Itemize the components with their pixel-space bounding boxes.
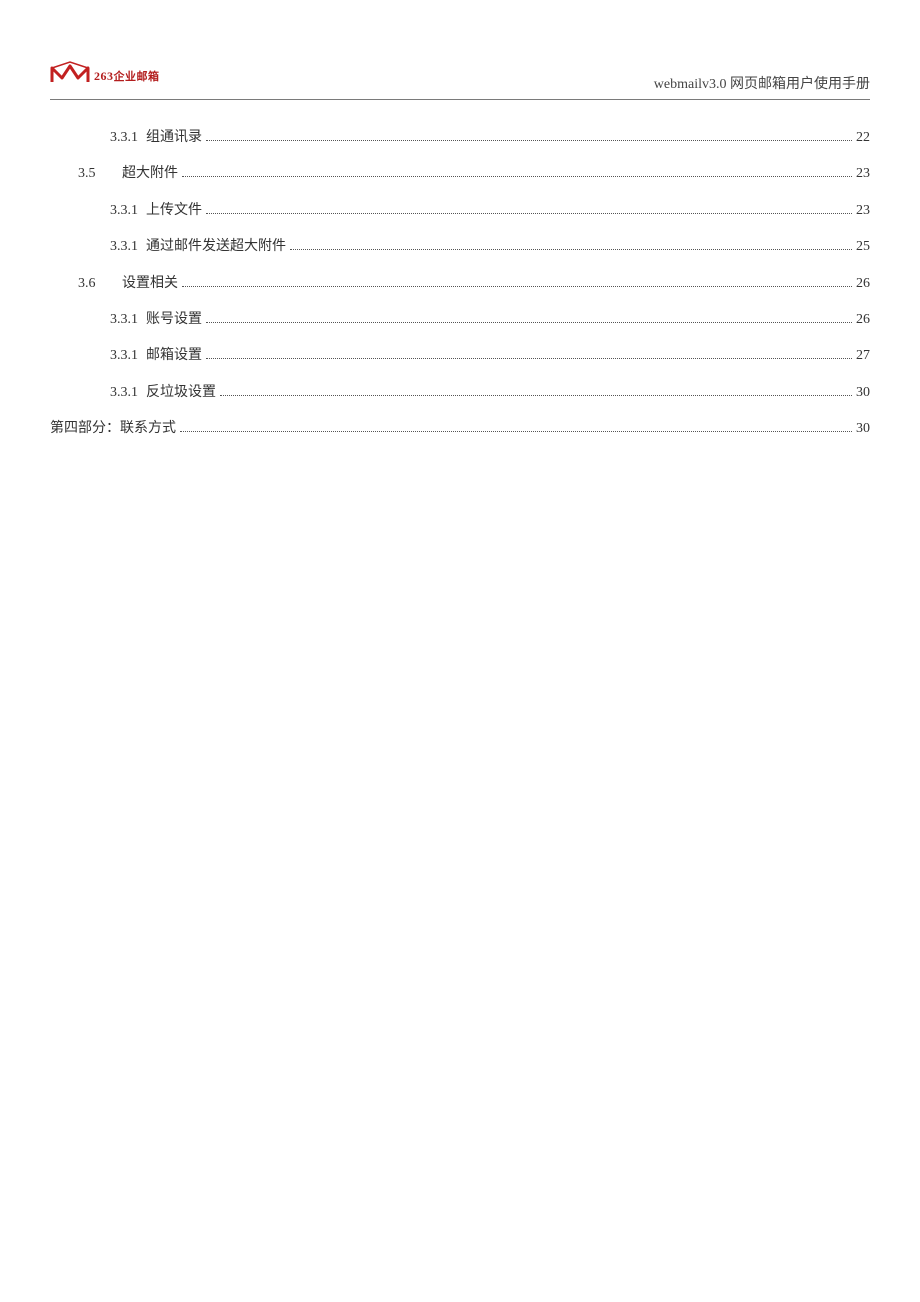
page-header: 263企业邮箱 webmailv3.0 网页邮箱用户使用手册 — [50, 60, 870, 100]
document-title: webmailv3.0 网页邮箱用户使用手册 — [654, 73, 870, 93]
toc-title: 设置相关 — [122, 266, 178, 302]
toc-title: 超大附件 — [122, 156, 178, 192]
toc-page-number: 22 — [856, 120, 870, 156]
toc-title: 邮箱设置 — [146, 338, 202, 374]
toc-number: 3.3.1 — [110, 229, 138, 265]
toc-number: 3.3.1 — [110, 193, 138, 229]
toc-entry[interactable]: 第四部分：联系方式 30 — [50, 411, 870, 447]
toc-entry[interactable]: 3.3.1 账号设置 26 — [50, 302, 870, 338]
toc-leader-dots — [182, 286, 852, 287]
toc-leader-dots — [206, 322, 852, 323]
envelope-m-icon — [50, 60, 90, 93]
toc-leader-dots — [180, 431, 852, 432]
toc-entry[interactable]: 3.3.1 通过邮件发送超大附件 25 — [50, 229, 870, 265]
toc-leader-dots — [220, 395, 852, 396]
toc-leader-dots — [206, 140, 852, 141]
logo: 263企业邮箱 — [50, 60, 160, 93]
toc-page-number: 30 — [856, 375, 870, 411]
toc-page-number: 30 — [856, 411, 870, 447]
toc-title: 上传文件 — [146, 193, 202, 229]
logo-brand: 263 — [94, 69, 114, 83]
toc-page-number: 26 — [856, 266, 870, 302]
toc-entry[interactable]: 3.5超大附件 23 — [50, 156, 870, 192]
toc-number: 3.5 — [78, 156, 114, 192]
toc-number: 3.3.1 — [110, 120, 138, 156]
toc-page-number: 23 — [856, 156, 870, 192]
toc-leader-dots — [206, 358, 852, 359]
toc-number: 3.3.1 — [110, 338, 138, 374]
toc-title: 反垃圾设置 — [146, 375, 216, 411]
toc-leader-dots — [290, 249, 852, 250]
logo-suffix: 企业邮箱 — [114, 71, 160, 83]
table-of-contents: 3.3.1 组通讯录 22 3.5超大附件 23 3.3.1 上传文件 23 3.3.1 通过邮件… — [50, 120, 870, 448]
toc-number: 3.3.1 — [110, 302, 138, 338]
toc-entry[interactable]: 3.3.1 组通讯录 22 — [50, 120, 870, 156]
toc-leader-dots — [182, 176, 852, 177]
toc-entry[interactable]: 3.6设置相关 26 — [50, 266, 870, 302]
logo-brand-text: 263企业邮箱 — [94, 68, 160, 85]
toc-number: 3.3.1 — [110, 375, 138, 411]
toc-number: 3.6 — [78, 266, 114, 302]
toc-entry[interactable]: 3.3.1 上传文件 23 — [50, 193, 870, 229]
toc-entry[interactable]: 3.3.1 反垃圾设置 30 — [50, 375, 870, 411]
toc-leader-dots — [206, 213, 852, 214]
toc-page-number: 26 — [856, 302, 870, 338]
toc-title: 第四部分：联系方式 — [50, 411, 176, 447]
toc-entry[interactable]: 3.3.1 邮箱设置 27 — [50, 338, 870, 374]
toc-title: 账号设置 — [146, 302, 202, 338]
toc-page-number: 27 — [856, 338, 870, 374]
toc-title: 通过邮件发送超大附件 — [146, 229, 286, 265]
toc-title: 组通讯录 — [146, 120, 202, 156]
toc-page-number: 25 — [856, 229, 870, 265]
toc-page-number: 23 — [856, 193, 870, 229]
